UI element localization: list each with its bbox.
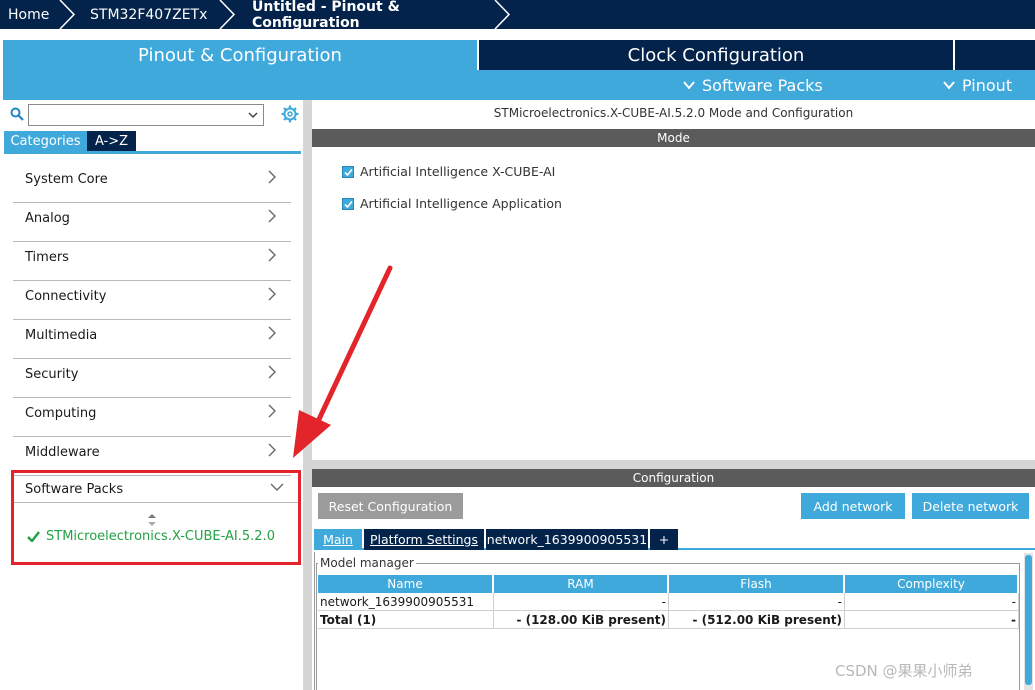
chevron-down-icon bbox=[270, 483, 284, 491]
check-icon bbox=[344, 200, 353, 208]
add-tab-button[interactable]: + bbox=[650, 529, 678, 550]
search-icon[interactable] bbox=[10, 107, 24, 121]
chevron-down-icon bbox=[943, 81, 955, 90]
category-software-packs[interactable]: Software Packs bbox=[14, 473, 298, 503]
category-security[interactable]: Security bbox=[13, 359, 291, 398]
software-packs-highlight: Software Packs STMicroelectronics.X-CUBE… bbox=[11, 470, 301, 565]
table-cell: - (512.00 KiB present) bbox=[669, 611, 845, 629]
watermark: CSDN @果果小师弟 bbox=[835, 662, 973, 680]
chevron-right-icon bbox=[268, 365, 276, 379]
column-header-ram[interactable]: RAM bbox=[494, 575, 669, 593]
gear-icon[interactable] bbox=[281, 105, 299, 123]
reset-configuration-button[interactable]: Reset Configuration bbox=[318, 493, 463, 519]
tab-categories[interactable]: Categories bbox=[4, 131, 87, 151]
search-input[interactable] bbox=[29, 105, 239, 125]
table-row[interactable]: network_1639900905531 - - - bbox=[318, 593, 1019, 611]
chevron-right-icon bbox=[268, 443, 276, 457]
tab-a-to-z[interactable]: A->Z bbox=[87, 131, 136, 151]
delete-network-button[interactable]: Delete network bbox=[912, 493, 1029, 519]
chevron-right-icon bbox=[268, 170, 276, 184]
checkbox-ai-application[interactable] bbox=[342, 197, 354, 210]
category-multimedia[interactable]: Multimedia bbox=[13, 320, 291, 359]
column-header-name[interactable]: Name bbox=[318, 575, 494, 593]
chevron-right-icon bbox=[268, 248, 276, 262]
tab-platform-settings[interactable]: Platform Settings bbox=[364, 529, 484, 550]
mode-section-header: Mode bbox=[312, 129, 1035, 147]
left-panel: Categories A->Z System Core Analog Timer… bbox=[3, 100, 303, 690]
configuration-tabs: Main Platform Settings network_163990090… bbox=[314, 529, 1035, 550]
add-network-button[interactable]: Add network bbox=[801, 493, 905, 519]
configuration-section-header: Configuration bbox=[312, 469, 1035, 487]
table-cell: Total (1) bbox=[318, 611, 494, 629]
search-row bbox=[8, 103, 303, 127]
table-row-total[interactable]: Total (1) - (128.00 KiB present) - (512.… bbox=[318, 611, 1019, 629]
column-header-complexity[interactable]: Complexity bbox=[845, 575, 1019, 593]
chevron-down-icon[interactable] bbox=[247, 109, 259, 121]
category-connectivity[interactable]: Connectivity bbox=[13, 281, 291, 320]
table-cell: - (128.00 KiB present) bbox=[494, 611, 669, 629]
category-system-core[interactable]: System Core bbox=[13, 164, 291, 203]
column-header-flash[interactable]: Flash bbox=[669, 575, 845, 593]
model-manager-table: Name RAM Flash Complexity network_163990… bbox=[318, 575, 1019, 629]
tab-main[interactable]: Main bbox=[314, 529, 362, 550]
breadcrumb-mcu[interactable]: STM32F407ZETx bbox=[78, 0, 238, 29]
breadcrumb-separator-icon bbox=[59, 0, 76, 29]
breadcrumb-separator-icon bbox=[494, 0, 511, 29]
breadcrumb-home[interactable]: Home bbox=[0, 0, 78, 29]
vertical-scrollbar[interactable] bbox=[1024, 553, 1033, 690]
category-timers[interactable]: Timers bbox=[13, 242, 291, 281]
sub-menu-bar: Software Packs Pinout bbox=[3, 70, 1035, 100]
table-cell: - bbox=[845, 593, 1019, 611]
table-cell: - bbox=[845, 611, 1019, 629]
table-cell: network_1639900905531 bbox=[318, 593, 494, 611]
header-gap bbox=[0, 29, 1035, 40]
breadcrumb-current[interactable]: Untitled - Pinout & Configuration bbox=[238, 0, 513, 31]
page-title: STMicroelectronics.X-CUBE-AI.5.2.0 Mode … bbox=[493, 106, 854, 120]
model-manager-legend: Model manager bbox=[318, 556, 416, 570]
check-icon bbox=[344, 168, 353, 176]
table-cell: - bbox=[494, 593, 669, 611]
chevron-right-icon bbox=[268, 404, 276, 418]
tab-extra[interactable] bbox=[953, 40, 1035, 70]
breadcrumb: Home STM32F407ZETx Untitled - Pinout & C… bbox=[0, 0, 1035, 31]
right-panel: STMicroelectronics.X-CUBE-AI.5.2.0 Mode … bbox=[312, 100, 1035, 690]
search-combobox[interactable] bbox=[28, 104, 264, 126]
scrollbar-thumb[interactable] bbox=[1025, 555, 1032, 685]
tab-pinout-configuration[interactable]: Pinout & Configuration bbox=[3, 40, 477, 70]
tab-clock-configuration[interactable]: Clock Configuration bbox=[477, 40, 953, 70]
table-header-row: Name RAM Flash Complexity bbox=[318, 575, 1019, 593]
top-tabs: Pinout & Configuration Clock Configurati… bbox=[0, 40, 1035, 70]
section-divider[interactable] bbox=[312, 460, 1035, 469]
breadcrumb-separator-icon bbox=[219, 0, 236, 29]
mode-option-ai-application[interactable]: Artificial Intelligence Application bbox=[342, 196, 562, 211]
software-pack-item[interactable]: STMicroelectronics.X-CUBE-AI.5.2.0 bbox=[27, 529, 275, 544]
checkbox-xcube-ai[interactable] bbox=[342, 165, 354, 178]
software-packs-menu[interactable]: Software Packs bbox=[682, 70, 823, 100]
category-tabs: Categories A->Z bbox=[4, 131, 301, 154]
mode-option-xcube-ai[interactable]: Artificial Intelligence X-CUBE-AI bbox=[342, 164, 555, 179]
sort-icon[interactable] bbox=[148, 514, 156, 526]
pinout-menu[interactable]: Pinout bbox=[942, 70, 1012, 100]
category-computing[interactable]: Computing bbox=[13, 398, 291, 437]
check-icon bbox=[27, 531, 40, 542]
chevron-right-icon bbox=[268, 209, 276, 223]
chevron-down-icon bbox=[683, 81, 695, 90]
panel-splitter[interactable] bbox=[303, 100, 312, 690]
category-list: System Core Analog Timers Connectivity M… bbox=[13, 164, 291, 476]
chevron-right-icon bbox=[268, 326, 276, 340]
category-analog[interactable]: Analog bbox=[13, 203, 291, 242]
tab-network[interactable]: network_1639900905531 bbox=[486, 529, 648, 550]
chevron-right-icon bbox=[268, 287, 276, 301]
table-cell: - bbox=[669, 593, 845, 611]
